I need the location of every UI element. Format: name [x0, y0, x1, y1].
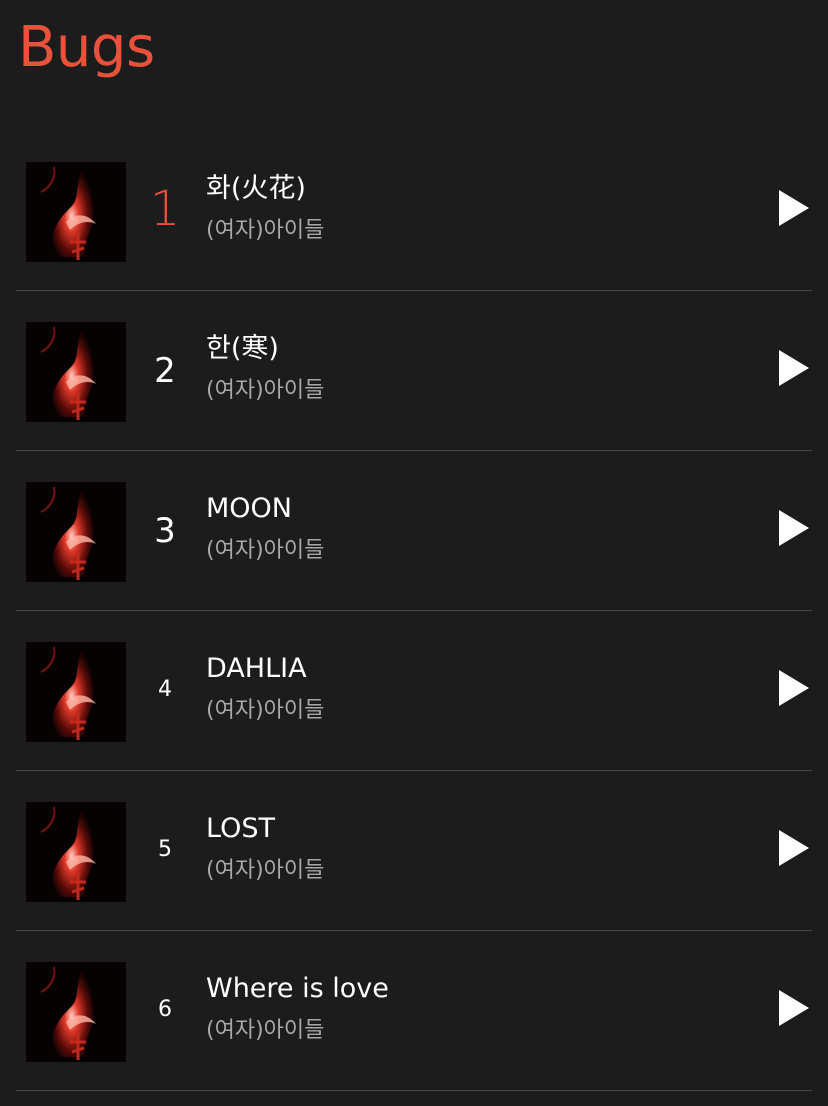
play-icon — [779, 350, 809, 386]
play-button[interactable] — [776, 507, 812, 549]
track-title: LOST — [206, 813, 275, 844]
track-title: MOON — [206, 493, 292, 524]
album-art — [26, 642, 126, 742]
album-art-flame-icon — [26, 962, 126, 1062]
app-title: Bugs — [18, 15, 155, 80]
play-icon — [779, 510, 809, 546]
play-icon — [779, 830, 809, 866]
album-art — [26, 802, 126, 902]
track-rank: 1 — [149, 181, 181, 237]
track-artist: (여자)아이들 — [206, 1018, 325, 1043]
track-row[interactable]: 4 DAHLIA (여자)아이들 — [16, 611, 812, 771]
play-button[interactable] — [776, 347, 812, 389]
album-art — [26, 482, 126, 582]
album-art-flame-icon — [26, 642, 126, 742]
track-rank: 3 — [154, 511, 176, 551]
play-button[interactable] — [776, 667, 812, 709]
track-artist: (여자)아이들 — [206, 378, 325, 403]
track-list: 1 화(火花) (여자)아이들 2 한(寒) (여자)아이들 3 MOON (여… — [0, 131, 828, 1091]
track-artist: (여자)아이들 — [206, 538, 325, 563]
track-title: Where is love — [206, 973, 389, 1004]
album-art — [26, 962, 126, 1062]
track-rank: 5 — [158, 837, 172, 862]
track-rank: 4 — [158, 677, 172, 702]
track-artist: (여자)아이들 — [206, 698, 325, 723]
track-title: DAHLIA — [206, 653, 307, 684]
track-title: 한(寒) — [206, 333, 279, 364]
track-rank: 2 — [154, 351, 176, 391]
track-row[interactable]: 2 한(寒) (여자)아이들 — [16, 291, 812, 451]
track-artist: (여자)아이들 — [206, 858, 325, 883]
play-icon — [779, 670, 809, 706]
play-button[interactable] — [776, 827, 812, 869]
track-row[interactable]: 1 화(火花) (여자)아이들 — [16, 131, 812, 291]
track-rank: 6 — [158, 997, 172, 1022]
album-art — [26, 162, 126, 262]
play-button[interactable] — [776, 187, 812, 229]
track-title: 화(火花) — [206, 173, 306, 204]
album-art-flame-icon — [26, 482, 126, 582]
album-art-flame-icon — [26, 162, 126, 262]
album-art-flame-icon — [26, 802, 126, 902]
track-artist: (여자)아이들 — [206, 218, 325, 243]
album-art — [26, 322, 126, 422]
album-art-flame-icon — [26, 322, 126, 422]
track-row[interactable]: 3 MOON (여자)아이들 — [16, 451, 812, 611]
track-row[interactable]: 5 LOST (여자)아이들 — [16, 771, 812, 931]
play-icon — [779, 990, 809, 1026]
track-row[interactable]: 6 Where is love (여자)아이들 — [16, 931, 812, 1091]
play-button[interactable] — [776, 987, 812, 1029]
play-icon — [779, 190, 809, 226]
